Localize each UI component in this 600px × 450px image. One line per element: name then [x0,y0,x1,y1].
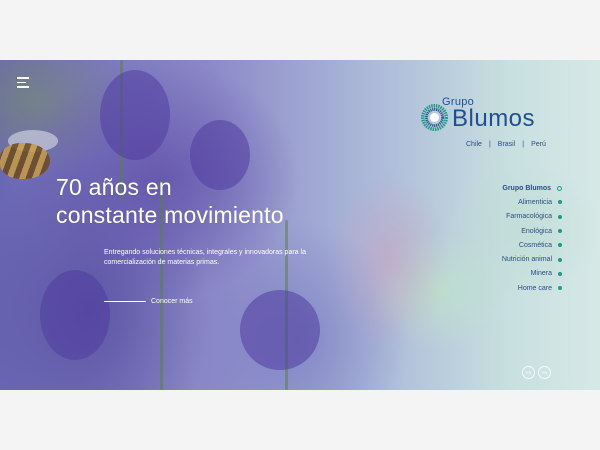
nav-item-label: Cosmética [518,241,552,249]
nav-dot-icon [558,243,562,248]
logo-text-blumos: Blumos [452,105,536,132]
nav-dot-icon [557,185,562,191]
nav-item-cosmetica[interactable]: Cosmética [502,238,562,252]
conocer-mas-link[interactable]: Conocer más [104,298,193,305]
country-link-brasil[interactable]: Brasil [498,141,516,148]
nav-item-label: Minera [530,270,552,278]
nav-item-label: Enológica [521,227,552,235]
nav-item-alimenticia[interactable]: Alimenticia [502,195,562,209]
decorative-flower [240,290,320,370]
nav-dot-icon [558,214,562,219]
nav-item-label: Home care [517,284,552,292]
nav-item-label: Grupo Blumos [502,184,551,192]
hero-headline: 70 años en constante movimiento [56,173,284,229]
nav-item-home-care[interactable]: Home care [502,281,562,295]
hero-banner: 70 años en constante movimiento Entregan… [0,60,600,390]
divider: | [522,141,525,148]
language-es-button[interactable]: ES [522,366,535,379]
nav-dot-icon [558,286,562,291]
hero-headline-line1: 70 años en [56,174,172,200]
nav-item-grupo-blumos[interactable]: Grupo Blumos [502,181,562,195]
nav-dot-icon [558,229,562,234]
hamburger-menu-icon[interactable] [17,77,29,88]
hero-subtext: Entregando soluciones técnicas, integral… [104,249,306,266]
decorative-flower [40,270,110,360]
nav-dot-icon [558,271,562,276]
nav-dot-icon [558,200,562,205]
nav-item-label: Alimenticia [518,198,552,206]
nav-item-label: Nutrición animal [501,256,552,264]
nav-item-nutricion-animal[interactable]: Nutrición animal [502,252,562,266]
section-nav: Grupo Blumos Alimenticia Farmacológica E… [502,181,562,295]
nav-item-enologica[interactable]: Enológica [502,224,562,238]
country-selector: Chile | Brasil | Perú [466,141,546,148]
nav-item-farmacologica[interactable]: Farmacológica [502,210,562,224]
hero-headline-line2: constante movimiento [56,202,284,228]
country-link-chile[interactable]: Chile [466,141,482,148]
cta-line-icon [104,301,146,302]
nav-dot-icon [558,257,562,262]
bee-image [0,143,50,179]
nav-item-minera[interactable]: Minera [502,267,562,281]
blumos-flower-icon [421,104,448,131]
decorative-flower [100,70,170,160]
language-en-button[interactable]: EN [538,366,551,379]
cta-label: Conocer más [151,298,193,305]
grupo-blumos-logo[interactable]: Grupo Blumos [420,94,560,134]
nav-item-label: Farmacológica [506,213,552,221]
divider: | [488,141,491,148]
country-link-peru[interactable]: Perú [531,141,546,148]
